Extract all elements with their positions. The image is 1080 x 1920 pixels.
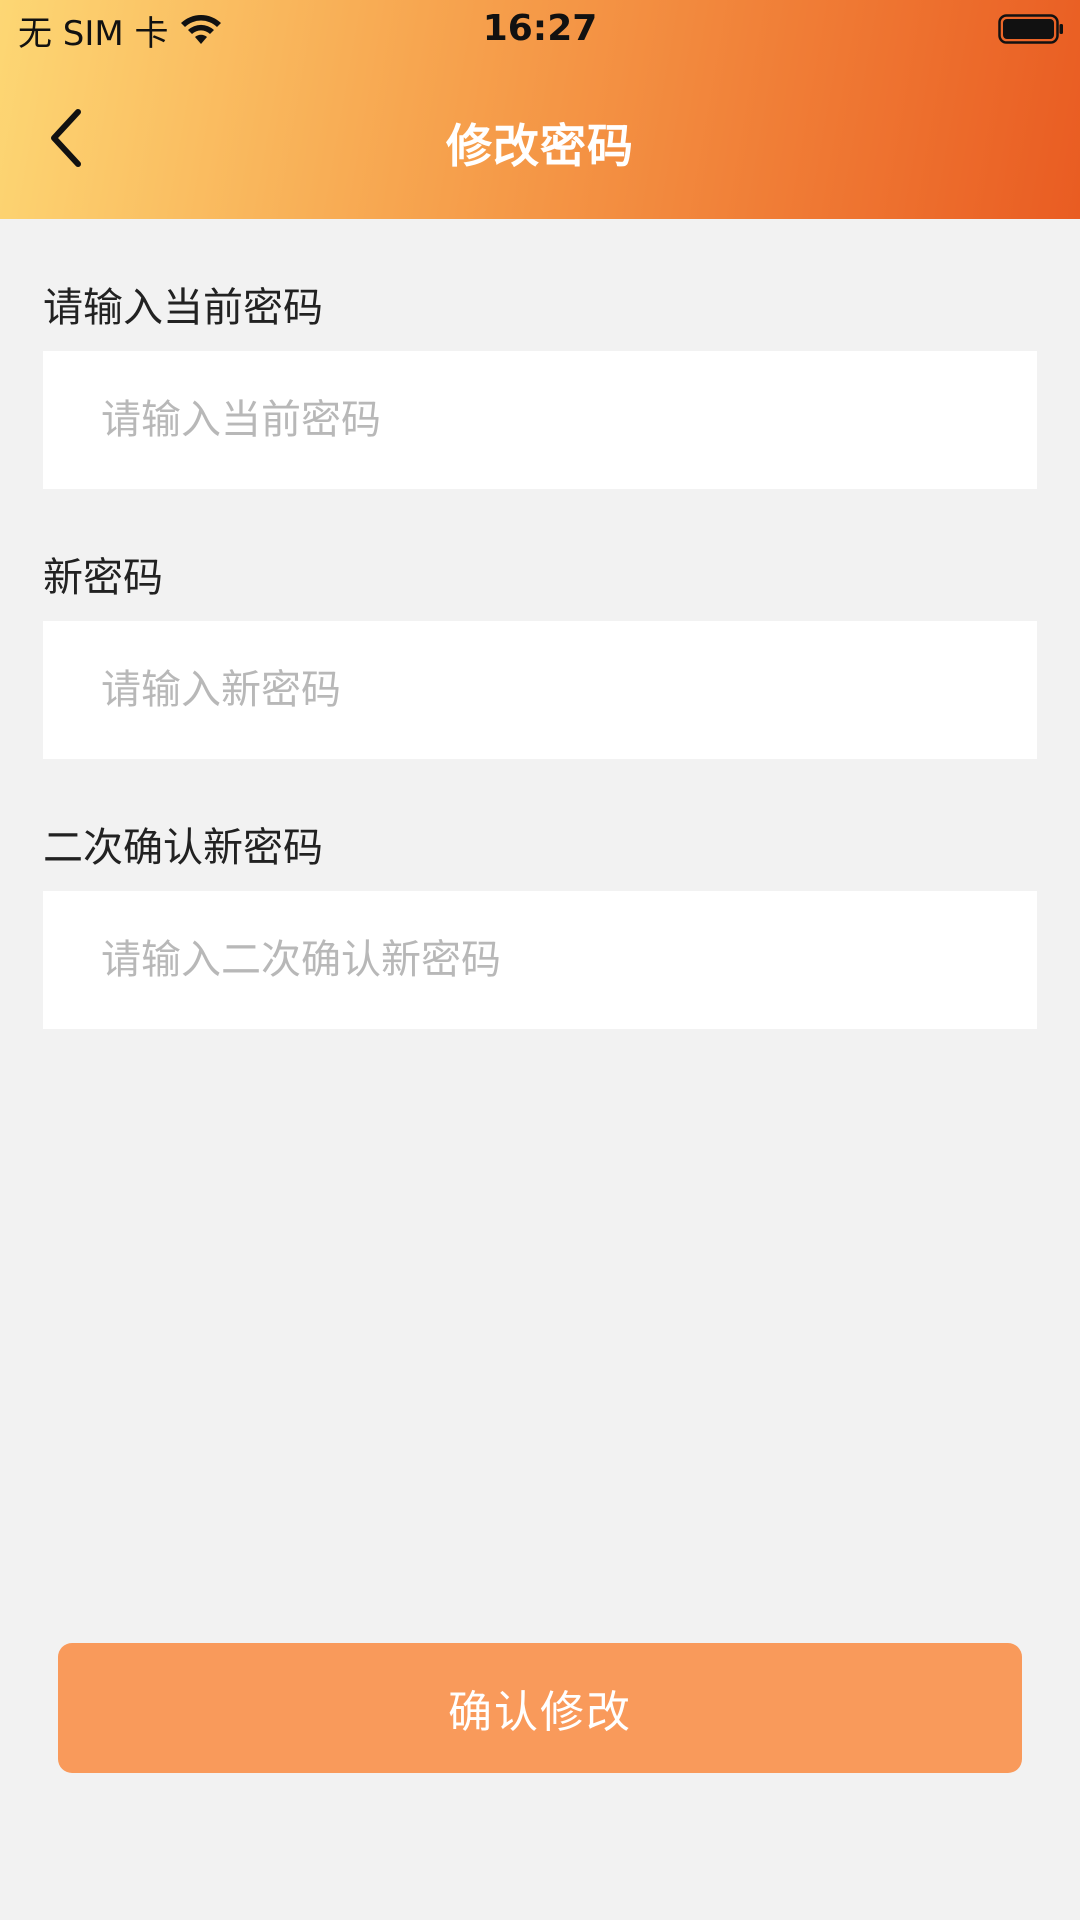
- new-password-label: 新密码: [43, 555, 163, 601]
- battery-icon: [998, 14, 1063, 44]
- confirm-password-label: 二次确认新密码: [43, 825, 323, 871]
- status-bar: 无 SIM 卡 16:27: [0, 0, 1080, 60]
- change-password-screen: 无 SIM 卡 16:27 修改密码 请输入当前密码 新密码 二次确认新密码 确…: [0, 0, 1080, 1920]
- current-password-field[interactable]: [43, 351, 1037, 489]
- new-password-input[interactable]: [101, 621, 1037, 759]
- header: 无 SIM 卡 16:27 修改密码: [0, 0, 1080, 219]
- confirm-password-input[interactable]: [101, 891, 1037, 1029]
- page-title: 修改密码: [446, 119, 634, 173]
- current-password-label: 请输入当前密码: [43, 285, 323, 331]
- confirm-change-button[interactable]: 确认修改: [58, 1643, 1022, 1773]
- confirm-password-field[interactable]: [43, 891, 1037, 1029]
- current-password-input[interactable]: [101, 351, 1037, 489]
- new-password-field[interactable]: [43, 621, 1037, 759]
- nav-bar: 修改密码: [0, 80, 1080, 200]
- password-form: 请输入当前密码 新密码 二次确认新密码: [43, 219, 1037, 1029]
- status-time: 16:27: [482, 8, 598, 49]
